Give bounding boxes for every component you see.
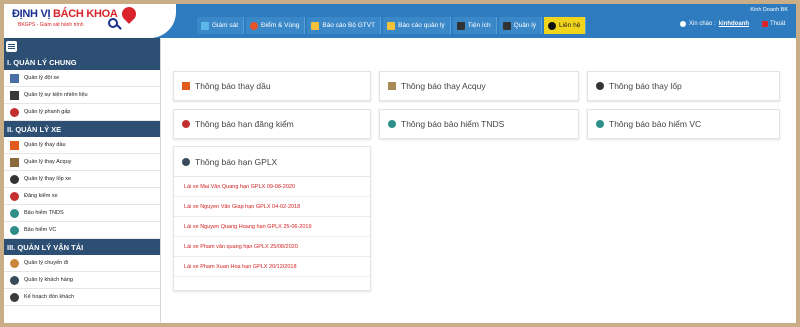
sidebar-item-pickup-plan[interactable]: Kế hoạch đón khách [4, 289, 160, 306]
user-icon [680, 21, 686, 27]
logout-button[interactable]: Thoát [762, 21, 785, 27]
nav-monitor[interactable]: Giám sát [197, 17, 245, 34]
sidebar-item-fleet[interactable]: Quản lý đội xe [4, 70, 160, 87]
logo-subtitle: BKGPS - Giám sát hành trình [18, 22, 84, 28]
trip-icon [10, 258, 19, 268]
oil-change-icon [182, 82, 190, 90]
license-expiry-row[interactable]: Lái xe Mai Văn Quang hạn GPLX 09-08-2020 [174, 177, 370, 197]
nav-contact[interactable]: Liên hệ [543, 17, 587, 34]
card-tires[interactable]: Thông báo thay lốp [587, 71, 780, 101]
sidebar-item-oil-change[interactable]: Quản lý thay dầu [4, 137, 160, 154]
sidebar: I. QUẢN LÝ CHUNG Quản lý đội xe Quản lý … [4, 38, 161, 323]
card-insurance-tnds[interactable]: Thông báo bảo hiểm TNDS [379, 109, 579, 139]
license-expiry-row[interactable]: Lái xe Nguyen Quang Hoang hạn GPLX 25-06… [174, 217, 370, 237]
utility-icon [456, 21, 465, 30]
card-inspection[interactable]: Thông báo hạn đăng kiểm [173, 109, 371, 139]
sidebar-item-trips[interactable]: Quản lý chuyến đi [4, 255, 160, 272]
battery-icon [10, 157, 19, 167]
card-oil-change[interactable]: Thông báo thay dầu [173, 71, 371, 101]
license-expiry-panel: Thông báo hạn GPLX Lái xe Mai Văn Quang … [173, 146, 371, 291]
insurance-tnds-icon [10, 208, 19, 218]
sidebar-section-transport: III. QUẢN LÝ VẬN TẢI [4, 239, 160, 255]
user-greeting: Xin chào : kinhdoanh [680, 21, 749, 27]
sidebar-item-insurance-tnds[interactable]: Bảo hiểm TNDS [4, 205, 160, 222]
logout-icon [762, 21, 768, 27]
menu-toggle-icon[interactable] [6, 40, 17, 52]
sidebar-item-hard-braking[interactable]: Quản lý phanh gấp [4, 104, 160, 121]
management-icon [502, 21, 511, 30]
license-expiry-row[interactable]: Lái xe Pham Xuan Hoa hạn GPLX 20/12/2018 [174, 257, 370, 277]
tire-icon [596, 82, 604, 90]
sidebar-item-customers[interactable]: Quản lý khách hàng [4, 272, 160, 289]
oil-change-icon [10, 140, 19, 150]
map-pin-icon [119, 4, 139, 24]
license-expiry-row[interactable]: Lái xe Pham văn quang hạn GPLX 25/08/202… [174, 237, 370, 257]
card-battery[interactable]: Thông báo thay Acquy [379, 71, 579, 101]
nav-transport-ministry-reports[interactable]: Báo cáo Bộ GTVT [307, 17, 382, 34]
truck-report-icon [387, 21, 396, 30]
sidebar-item-insurance-vc[interactable]: Bảo hiểm VC [4, 222, 160, 239]
customer-icon [10, 275, 19, 285]
card-insurance-vc[interactable]: Thông báo bảo hiểm VC [587, 109, 780, 139]
driver-icon [182, 157, 190, 166]
license-expiry-row[interactable]: Lái xe Nguyen Văn Giap hạn GPLX 04-02-20… [174, 197, 370, 217]
logo[interactable]: ĐỊNH VỊ BÁCH KHOA BKGPS - Giám sát hành … [4, 4, 176, 38]
fuel-event-icon [10, 90, 19, 100]
fleet-icon [10, 73, 19, 83]
map-marker-icon [250, 21, 259, 30]
sidebar-section-vehicles: II. QUẢN LÝ XE [4, 121, 160, 137]
sidebar-item-tires[interactable]: Quản lý thay lốp xe [4, 171, 160, 188]
magnifier-handle-icon [116, 24, 122, 30]
insurance-vc-icon [596, 120, 604, 128]
phone-icon [547, 21, 556, 30]
insurance-tnds-icon [388, 120, 396, 128]
pickup-plan-icon [10, 292, 19, 302]
nav-management[interactable]: Quản lý [498, 17, 542, 34]
main-content: Thông báo thay dầu Thông báo thay Acquy … [161, 38, 796, 323]
battery-icon [388, 82, 396, 90]
top-header: ĐỊNH VỊ BÁCH KHOA BKGPS - Giám sát hành … [4, 4, 796, 38]
nav-utilities[interactable]: Tiện ích [452, 17, 497, 34]
company-name: Kinh Doanh BK [750, 7, 788, 13]
inspection-icon [182, 120, 190, 128]
nav-points-zones[interactable]: Điểm & Vùng [246, 17, 306, 34]
truck-icon [311, 21, 320, 30]
inspection-icon [10, 191, 19, 201]
nav-management-reports[interactable]: Báo cáo quản lý [383, 17, 451, 34]
tire-icon [10, 174, 19, 184]
sidebar-item-battery[interactable]: Quản lý thay Acquy [4, 154, 160, 171]
sidebar-item-inspection[interactable]: Đăng kiểm xe [4, 188, 160, 205]
brake-icon [10, 107, 19, 117]
monitor-icon [201, 21, 209, 30]
logo-title: ĐỊNH VỊ BÁCH KHOA [12, 8, 118, 20]
app-window: ĐỊNH VỊ BÁCH KHOA BKGPS - Giám sát hành … [4, 4, 796, 323]
sidebar-toolbar [4, 38, 160, 54]
sidebar-section-general: I. QUẢN LÝ CHUNG [4, 54, 160, 70]
insurance-vc-icon [10, 225, 19, 235]
username-link[interactable]: kinhdoanh [719, 21, 749, 27]
main-nav: Giám sát Điểm & Vùng Báo cáo Bộ GTVT Báo… [197, 17, 587, 34]
license-expiry-header[interactable]: Thông báo hạn GPLX [174, 147, 370, 177]
sidebar-item-fuel-events[interactable]: Quản lý sự kiện nhiên liệu [4, 87, 160, 104]
